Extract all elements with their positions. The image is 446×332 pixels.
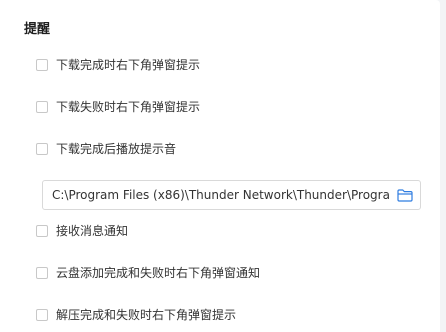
sound-path-field[interactable]: C:\Program Files (x86)\Thunder Network\T… [42, 180, 421, 210]
checkbox[interactable] [36, 309, 48, 321]
option-label: 云盘添加完成和失败时右下角弹窗通知 [56, 266, 261, 280]
option-download-complete-popup[interactable]: 下载完成时右下角弹窗提示 [36, 56, 200, 74]
checkbox[interactable] [36, 59, 48, 71]
browse-folder-button[interactable] [390, 181, 420, 209]
section-title-reminders: 提醒 [24, 22, 51, 37]
option-cloud-add-popup[interactable]: 云盘添加完成和失败时右下角弹窗通知 [36, 264, 260, 282]
option-label: 接收消息通知 [56, 224, 129, 238]
option-receive-notifications[interactable]: 接收消息通知 [36, 222, 128, 240]
option-unzip-popup[interactable]: 解压完成和失败时右下角弹窗提示 [36, 306, 236, 324]
checkbox[interactable] [36, 267, 48, 279]
option-label: 解压完成和失败时右下角弹窗提示 [56, 308, 237, 322]
checkbox[interactable] [36, 143, 48, 155]
option-label: 下载失败时右下角弹窗提示 [56, 100, 201, 114]
checkbox[interactable] [36, 225, 48, 237]
settings-panel: 提醒 下载完成时右下角弹窗提示 下载失败时右下角弹窗提示 下载完成后播放提示音 … [0, 0, 440, 332]
option-label: 下载完成后播放提示音 [56, 142, 177, 156]
checkbox[interactable] [36, 101, 48, 113]
option-play-sound[interactable]: 下载完成后播放提示音 [36, 140, 176, 158]
sound-path-input[interactable]: C:\Program Files (x86)\Thunder Network\T… [52, 187, 390, 203]
option-download-failed-popup[interactable]: 下载失败时右下角弹窗提示 [36, 98, 200, 116]
option-label: 下载完成时右下角弹窗提示 [56, 58, 201, 72]
folder-icon [397, 188, 413, 202]
